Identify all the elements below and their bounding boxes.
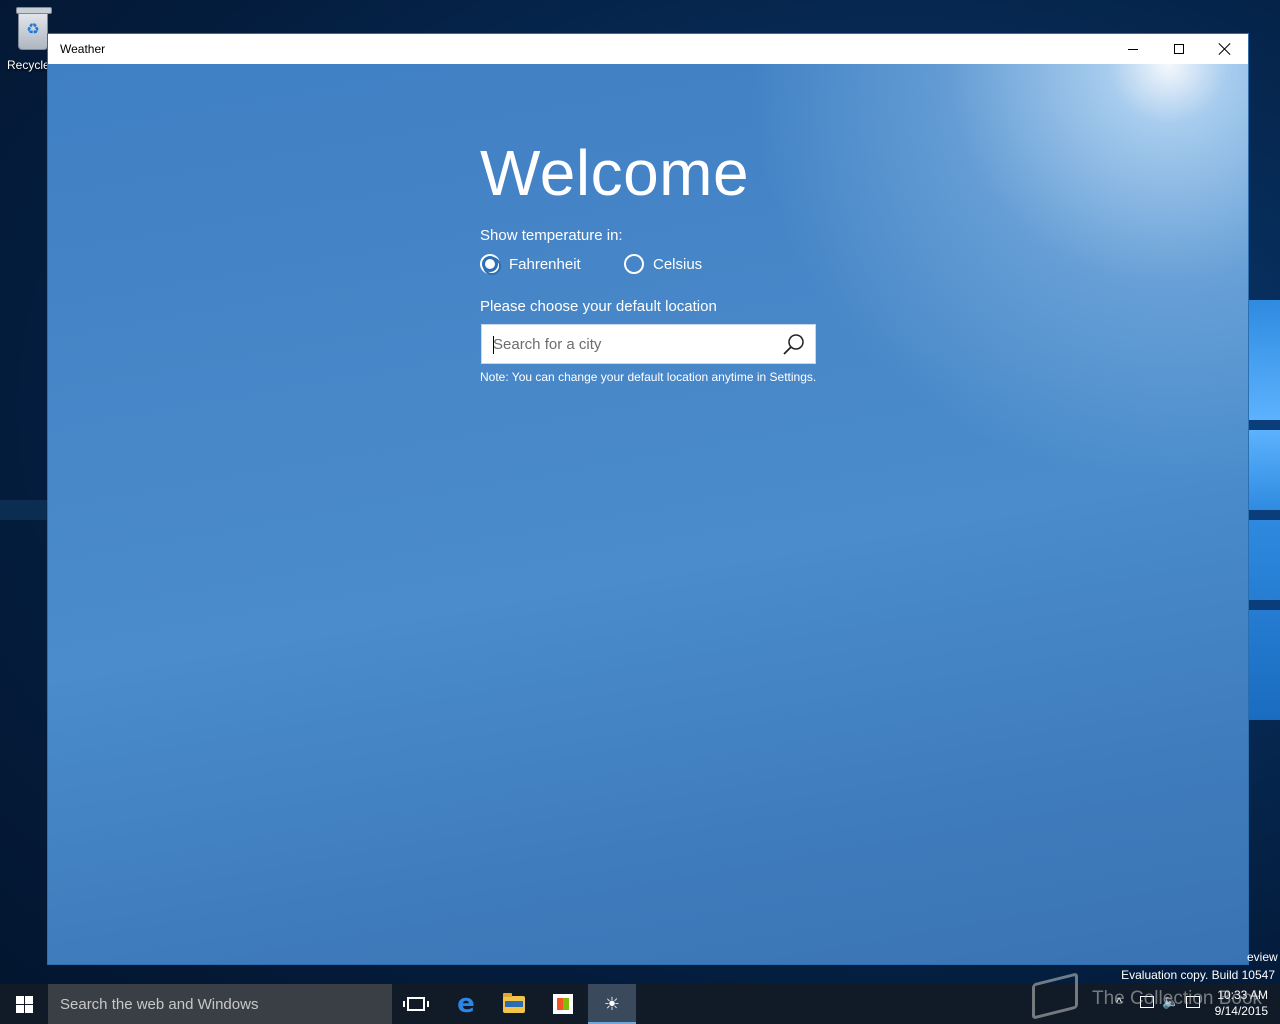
radio-selected-icon — [480, 254, 501, 275]
city-search-input[interactable] — [482, 325, 772, 363]
close-button[interactable] — [1202, 34, 1248, 64]
taskbar-search-placeholder: Search the web and Windows — [60, 996, 259, 1013]
sun-icon: ☀ — [603, 993, 621, 1015]
start-button[interactable] — [0, 984, 48, 1024]
evaluation-copy-text: Evaluation copy. Build 10547 — [1121, 968, 1275, 982]
radio-unselected-icon — [624, 254, 644, 274]
store-button[interactable] — [539, 984, 587, 1024]
task-view-icon — [403, 997, 429, 1011]
minimize-button[interactable] — [1110, 34, 1156, 64]
watermark-text: The Collection Book — [1092, 988, 1263, 1009]
file-explorer-button[interactable] — [490, 984, 538, 1024]
temperature-label: Show temperature in: — [480, 227, 623, 244]
weather-button[interactable]: ☀ — [588, 984, 636, 1024]
edge-icon: e — [457, 989, 475, 1019]
folder-icon — [503, 992, 525, 1013]
close-icon — [1219, 43, 1231, 55]
search-icon[interactable] — [780, 331, 808, 359]
radio-fahrenheit[interactable]: Fahrenheit — [480, 254, 581, 275]
store-icon — [553, 994, 573, 1014]
welcome-heading: Welcome — [480, 137, 750, 209]
recycle-bin-label: Recycle — [7, 58, 50, 72]
desktop-windows-logo — [1249, 300, 1280, 720]
windows-logo-icon — [15, 995, 33, 1013]
maximize-button[interactable] — [1156, 34, 1202, 64]
window-title: Weather — [60, 42, 106, 56]
text-caret — [493, 336, 494, 354]
radio-celsius[interactable]: Celsius — [624, 254, 702, 274]
taskbar-search[interactable]: Search the web and Windows — [48, 984, 392, 1024]
taskbar: Search the web and Windows e ☀ ^ 🔈 10:33… — [0, 984, 1280, 1024]
minimize-icon — [1128, 48, 1138, 50]
task-view-button[interactable] — [392, 984, 440, 1024]
radio-fahrenheit-label: Fahrenheit — [509, 255, 581, 273]
settings-note: Note: You can change your default locati… — [480, 370, 817, 384]
welcome-panel: Welcome Show temperature in: Fahrenheit … — [48, 64, 1248, 964]
maximize-icon — [1174, 44, 1184, 54]
edge-button[interactable]: e — [442, 984, 490, 1024]
preview-text-fragment: eview — [1247, 950, 1278, 964]
city-search-box — [481, 324, 816, 364]
weather-window: Weather Welcome Show temperature in: Fah… — [47, 33, 1249, 965]
desktop-strip — [0, 500, 47, 520]
location-label: Please choose your default location — [480, 298, 717, 315]
title-bar[interactable]: Weather — [48, 34, 1248, 64]
radio-celsius-label: Celsius — [653, 255, 703, 273]
